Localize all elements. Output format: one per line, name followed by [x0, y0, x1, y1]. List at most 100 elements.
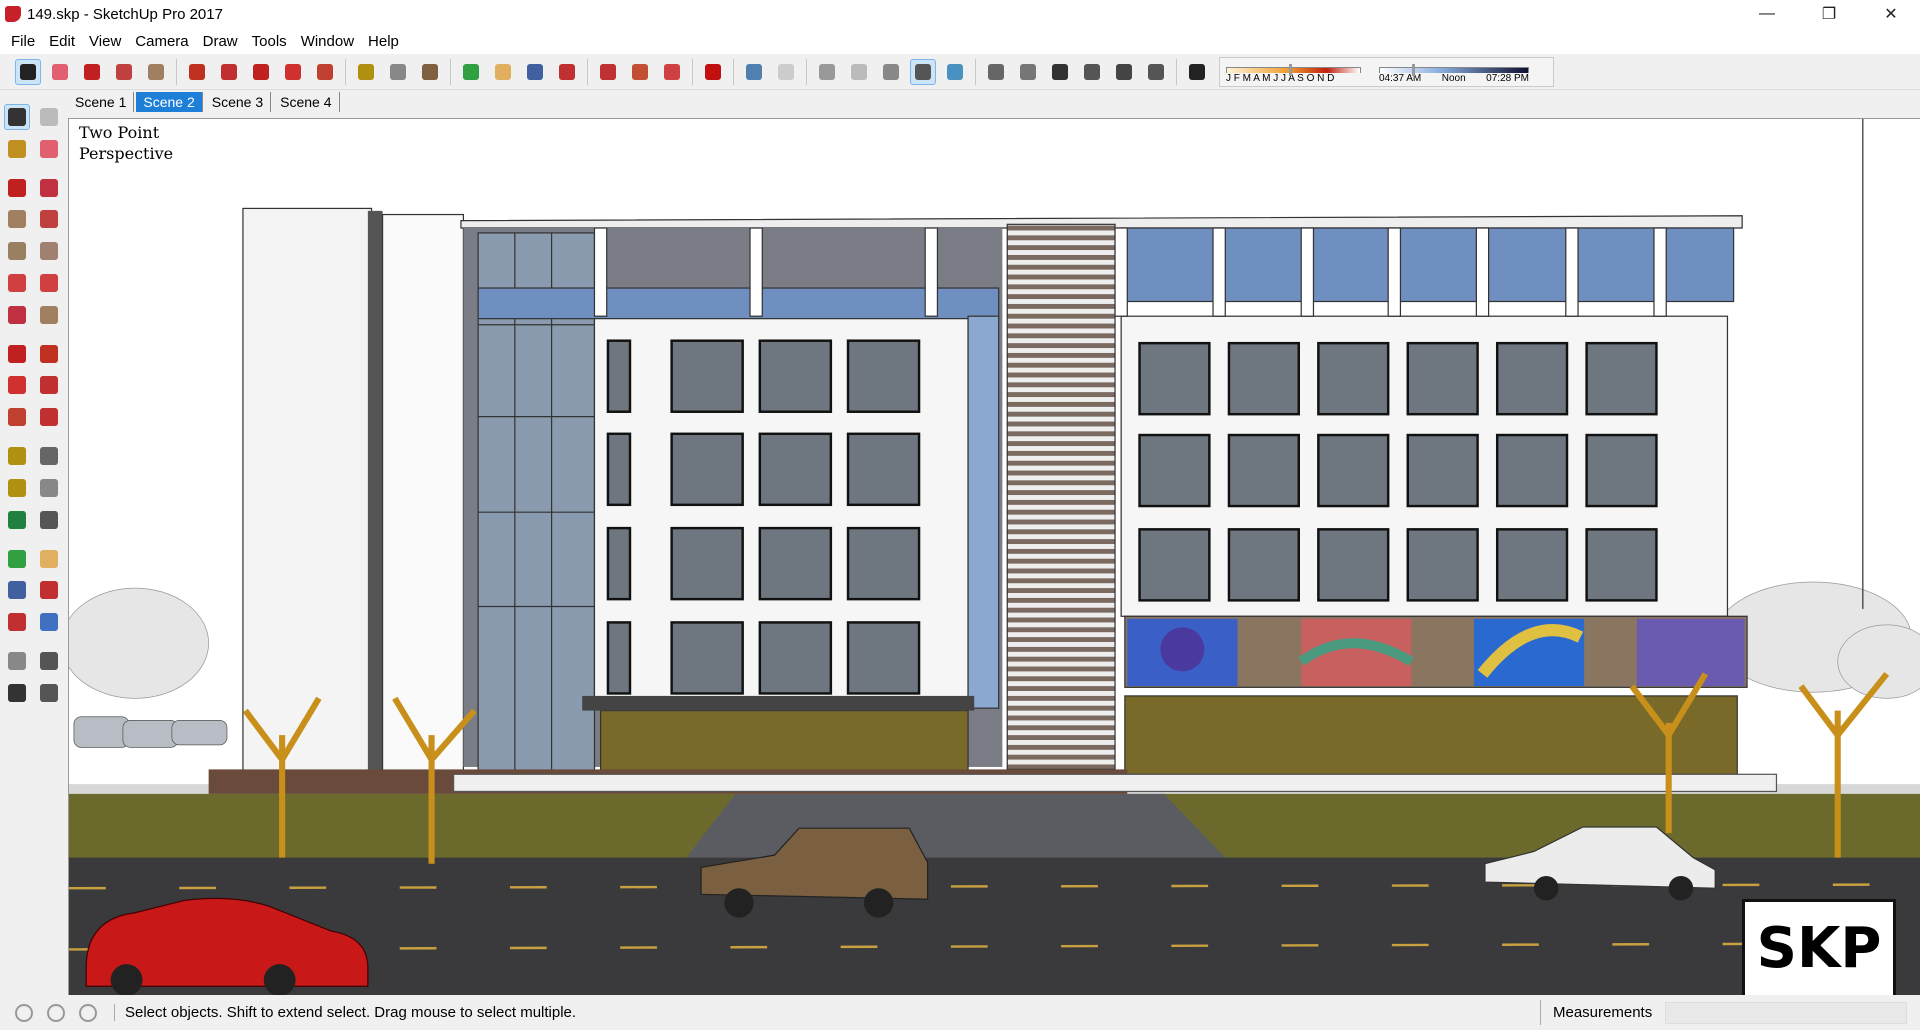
- menu-file[interactable]: File: [4, 33, 42, 50]
- back-view-button[interactable]: [1111, 59, 1137, 85]
- push-pull-tool[interactable]: [36, 341, 62, 367]
- date-slider[interactable]: J F M A M J J A S O N D: [1226, 63, 1361, 84]
- follow-me-tool[interactable]: [36, 372, 62, 398]
- eraser-tool[interactable]: [36, 136, 62, 162]
- pencil-button[interactable]: [79, 59, 105, 85]
- monochrome-button[interactable]: [942, 59, 968, 85]
- follow-me-button[interactable]: [216, 59, 242, 85]
- back-edges-button[interactable]: [773, 59, 799, 85]
- left-view-button[interactable]: [1143, 59, 1169, 85]
- line-icon: [8, 178, 26, 197]
- credits-info-icon[interactable]: [47, 1003, 65, 1022]
- menu-edit[interactable]: Edit: [42, 33, 82, 50]
- hidden-line-button[interactable]: [846, 59, 872, 85]
- tape-measure-button[interactable]: [353, 59, 379, 85]
- zoom-tool[interactable]: [4, 577, 30, 603]
- scale-tool[interactable]: [4, 404, 30, 430]
- wireframe-button[interactable]: [814, 59, 840, 85]
- menu-tools[interactable]: Tools: [245, 33, 294, 50]
- eraser-button[interactable]: [47, 59, 73, 85]
- two-point-arc-tool[interactable]: [36, 270, 62, 296]
- menu-view[interactable]: View: [82, 33, 128, 50]
- paint-bucket-tool[interactable]: [4, 136, 30, 162]
- layout-button[interactable]: [659, 59, 685, 85]
- user-account-icon[interactable]: [79, 1003, 97, 1022]
- 3d-text-tool[interactable]: [36, 507, 62, 533]
- shadows-button[interactable]: [1184, 59, 1210, 85]
- zoom-extents-button[interactable]: [554, 59, 580, 85]
- minimize-button[interactable]: —: [1744, 0, 1790, 28]
- geo-location-icon[interactable]: [15, 1003, 33, 1022]
- slider-thumb[interactable]: [1412, 63, 1415, 76]
- window: [1406, 433, 1479, 508]
- extension-warehouse-button[interactable]: [627, 59, 653, 85]
- tab-scene-2[interactable]: Scene 2: [136, 92, 203, 112]
- warehouse-button[interactable]: [595, 59, 621, 85]
- move-button[interactable]: [248, 59, 274, 85]
- close-button[interactable]: ✕: [1868, 0, 1914, 28]
- protractor-tool[interactable]: [4, 475, 30, 501]
- rotate-button[interactable]: [280, 59, 306, 85]
- right-view-button[interactable]: [1079, 59, 1105, 85]
- text-button[interactable]: [385, 59, 411, 85]
- move-tool[interactable]: [4, 341, 30, 367]
- orbit-tool[interactable]: [4, 546, 30, 572]
- menu-help[interactable]: Help: [361, 33, 406, 50]
- rotated-rectangle-tool[interactable]: [36, 206, 62, 232]
- push-pull-button[interactable]: [184, 59, 210, 85]
- menu-camera[interactable]: Camera: [128, 33, 195, 50]
- menu-draw[interactable]: Draw: [196, 33, 245, 50]
- look-around-tool[interactable]: [36, 648, 62, 674]
- extension-warehouse-icon: [632, 63, 648, 80]
- freehand-tool[interactable]: [36, 175, 62, 201]
- previous-view-tool[interactable]: [36, 609, 62, 635]
- axes-tool[interactable]: [4, 507, 30, 533]
- shaded-textures-button[interactable]: [910, 58, 936, 85]
- window: [1387, 227, 1402, 317]
- pie-tool[interactable]: [36, 302, 62, 328]
- line-tool[interactable]: [4, 175, 30, 201]
- zoom-button[interactable]: [522, 59, 548, 85]
- orbit-button[interactable]: [458, 59, 484, 85]
- paint-bucket-button[interactable]: [417, 59, 443, 85]
- restore-button[interactable]: ❐: [1806, 0, 1852, 28]
- slider-thumb[interactable]: [1289, 63, 1293, 76]
- follow-me-icon: [221, 63, 237, 80]
- dimension-tool[interactable]: [36, 443, 62, 469]
- zoom-extents-tool[interactable]: [4, 609, 30, 635]
- menu-window[interactable]: Window: [294, 33, 361, 50]
- component-tool[interactable]: [36, 104, 62, 130]
- three-point-arc-tool[interactable]: [4, 302, 30, 328]
- drawing-viewport[interactable]: Two Point Perspective SKP: [68, 118, 1920, 995]
- select-button[interactable]: [15, 58, 41, 85]
- scale-button[interactable]: [312, 59, 338, 85]
- zoom-window-tool[interactable]: [36, 577, 62, 603]
- shaded-button[interactable]: [878, 59, 904, 85]
- pan-tool[interactable]: [36, 546, 62, 572]
- polygon-tool[interactable]: [36, 238, 62, 264]
- section-plane-tool[interactable]: [36, 680, 62, 706]
- circle-tool[interactable]: [4, 238, 30, 264]
- position-camera-tool[interactable]: [4, 648, 30, 674]
- tab-scene-1[interactable]: Scene 1: [68, 92, 135, 112]
- front-view-button[interactable]: [1047, 59, 1073, 85]
- text-tool[interactable]: [36, 475, 62, 501]
- rectangle-tool[interactable]: [4, 206, 30, 232]
- pan-button[interactable]: [490, 59, 516, 85]
- arc-tool[interactable]: [4, 270, 30, 296]
- tab-scene-3[interactable]: Scene 3: [205, 92, 272, 112]
- measurements-input[interactable]: [1665, 1002, 1907, 1024]
- offset-tool[interactable]: [36, 404, 62, 430]
- rectangle-button[interactable]: [143, 59, 169, 85]
- iso-view-button[interactable]: [983, 59, 1009, 85]
- ruby-button[interactable]: [700, 59, 726, 85]
- tape-measure-tool[interactable]: [4, 443, 30, 469]
- time-slider[interactable]: 04:37 AM Noon 07:28 PM: [1379, 63, 1529, 84]
- select-tool[interactable]: [4, 104, 30, 130]
- rotate-tool[interactable]: [4, 372, 30, 398]
- xray-button[interactable]: [741, 59, 767, 85]
- top-view-button[interactable]: [1015, 59, 1041, 85]
- tab-scene-4[interactable]: Scene 4: [273, 92, 340, 112]
- arc-button[interactable]: [111, 59, 137, 85]
- walk-tool[interactable]: [4, 680, 30, 706]
